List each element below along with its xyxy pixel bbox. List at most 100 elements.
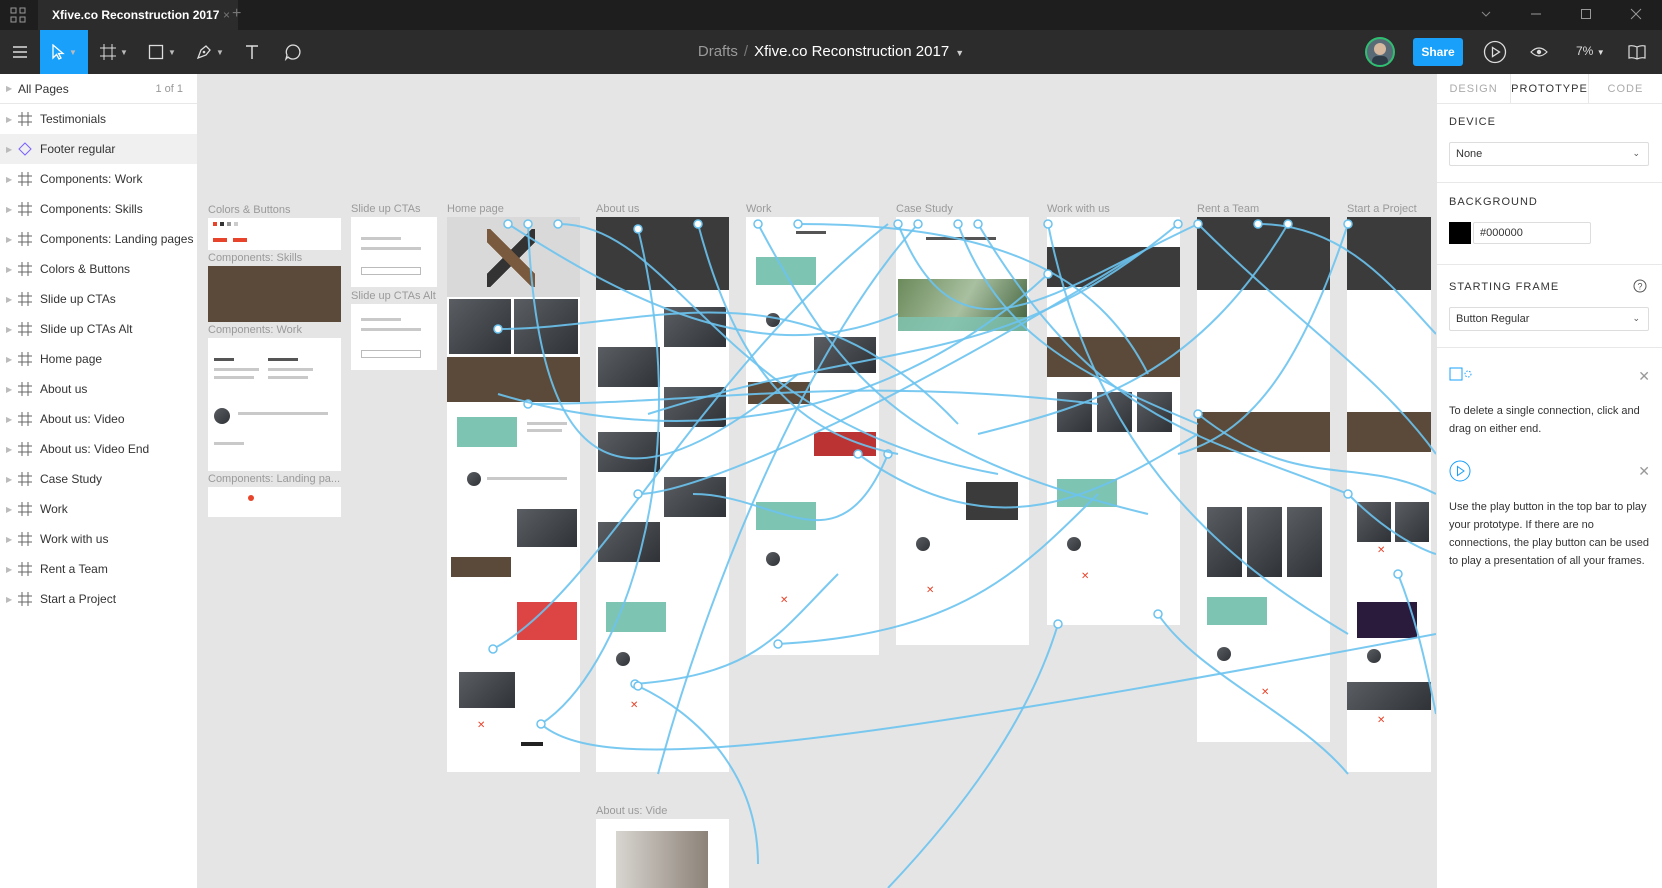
connection-handle[interactable] bbox=[1343, 489, 1353, 499]
present-button[interactable] bbox=[1480, 30, 1510, 74]
close-hint-icon[interactable]: ✕ bbox=[1638, 368, 1650, 385]
expand-triangle-icon[interactable]: ▶ bbox=[6, 385, 12, 394]
connection-handle[interactable] bbox=[536, 719, 546, 729]
expand-triangle-icon[interactable]: ▶ bbox=[6, 205, 12, 214]
comment-tool-button[interactable] bbox=[278, 30, 308, 74]
connection-handle[interactable] bbox=[1193, 219, 1203, 229]
connection-wire[interactable] bbox=[857, 433, 1199, 509]
layer-item[interactable]: ▶ Work with us bbox=[0, 524, 197, 554]
expand-triangle-icon[interactable]: ▶ bbox=[6, 355, 12, 364]
layer-item[interactable]: ▶ About us: Video bbox=[0, 404, 197, 434]
background-hex-input[interactable]: #000000 bbox=[1473, 222, 1591, 244]
connection-wire[interactable] bbox=[527, 389, 1099, 405]
new-tab-button[interactable]: + bbox=[232, 5, 241, 23]
connection-wire[interactable] bbox=[1157, 613, 1349, 775]
canvas[interactable]: Colors & Buttons Components: Skills Comp… bbox=[198, 74, 1436, 888]
connection-wire[interactable] bbox=[1347, 493, 1436, 555]
expand-triangle-icon[interactable]: ▶ bbox=[6, 115, 12, 124]
close-window-icon[interactable] bbox=[1630, 8, 1642, 20]
menu-button[interactable] bbox=[6, 30, 34, 74]
layer-item[interactable]: ▶ Case Study bbox=[0, 464, 197, 494]
minimize-icon[interactable] bbox=[1530, 8, 1542, 20]
layer-item[interactable]: ▶ About us bbox=[0, 374, 197, 404]
connection-handle[interactable] bbox=[633, 224, 643, 234]
connection-handle[interactable] bbox=[753, 219, 763, 229]
expand-triangle-icon[interactable]: ▶ bbox=[6, 325, 12, 334]
breadcrumb-drafts[interactable]: Drafts bbox=[698, 43, 738, 60]
pen-tool-button[interactable]: ▼ bbox=[192, 30, 228, 74]
layer-item[interactable]: ▶ Footer regular bbox=[0, 134, 197, 164]
connection-handle[interactable] bbox=[893, 219, 903, 229]
library-button[interactable] bbox=[1622, 30, 1652, 74]
view-button[interactable] bbox=[1524, 30, 1554, 74]
text-tool-button[interactable] bbox=[238, 30, 266, 74]
connection-handle[interactable] bbox=[1283, 219, 1293, 229]
connection-handle[interactable] bbox=[1253, 219, 1263, 229]
connection-handle[interactable] bbox=[1393, 569, 1403, 579]
connection-handle[interactable] bbox=[1343, 219, 1353, 229]
connection-handle[interactable] bbox=[633, 681, 643, 691]
connection-wire[interactable] bbox=[887, 623, 1059, 888]
connection-handle[interactable] bbox=[793, 219, 803, 229]
share-button[interactable]: Share bbox=[1413, 38, 1463, 66]
chevron-down-icon[interactable]: ▼ bbox=[955, 48, 964, 58]
help-icon[interactable]: ? bbox=[1633, 279, 1647, 293]
connection-handle[interactable] bbox=[503, 219, 513, 229]
move-tool-button[interactable]: ▼ bbox=[40, 30, 88, 74]
connection-wire[interactable] bbox=[634, 573, 839, 685]
tab-design[interactable]: DESIGN bbox=[1437, 74, 1510, 103]
app-grid-icon[interactable] bbox=[10, 7, 26, 23]
expand-triangle-icon[interactable]: ▶ bbox=[6, 535, 12, 544]
connection-handle[interactable] bbox=[1173, 219, 1183, 229]
file-tab[interactable]: Xfive.co Reconstruction 2017 × bbox=[38, 0, 238, 30]
layer-item[interactable]: ▶ Start a Project bbox=[0, 584, 197, 614]
starting-frame-select[interactable]: Button Regular ⌄ bbox=[1449, 307, 1649, 331]
maximize-icon[interactable] bbox=[1580, 8, 1592, 20]
layer-item[interactable]: ▶ Colors & Buttons bbox=[0, 254, 197, 284]
connection-wire[interactable] bbox=[1397, 573, 1436, 715]
connection-handle[interactable] bbox=[553, 219, 563, 229]
avatar[interactable] bbox=[1365, 37, 1395, 67]
connection-handle[interactable] bbox=[633, 489, 643, 499]
connection-handle[interactable] bbox=[693, 219, 703, 229]
layer-item[interactable]: ▶ Work bbox=[0, 494, 197, 524]
connection-wire[interactable] bbox=[657, 223, 919, 775]
layer-item[interactable]: ▶ Slide up CTAs Alt bbox=[0, 314, 197, 344]
layer-item[interactable]: ▶ Components: Landing pages bbox=[0, 224, 197, 254]
connection-wire[interactable] bbox=[777, 493, 1099, 645]
expand-triangle-icon[interactable]: ▶ bbox=[6, 145, 12, 154]
expand-triangle-icon[interactable]: ▶ bbox=[6, 295, 12, 304]
layer-item[interactable]: ▶ Components: Skills bbox=[0, 194, 197, 224]
expand-triangle-icon[interactable]: ▶ bbox=[6, 505, 12, 514]
connection-wire[interactable] bbox=[492, 223, 889, 650]
layer-item[interactable]: ▶ Slide up CTAs bbox=[0, 284, 197, 314]
pages-header[interactable]: ▶ All Pages 1 of 1 bbox=[0, 74, 197, 104]
expand-triangle-icon[interactable]: ▶ bbox=[6, 415, 12, 424]
connection-wire[interactable] bbox=[540, 228, 660, 725]
connection-handle[interactable] bbox=[1043, 219, 1053, 229]
connection-handle[interactable] bbox=[1153, 609, 1163, 619]
connection-wire[interactable] bbox=[497, 273, 1049, 422]
connection-wire[interactable] bbox=[1257, 223, 1436, 335]
connection-handle[interactable] bbox=[913, 219, 923, 229]
connection-handle[interactable] bbox=[853, 449, 863, 459]
connection-handle[interactable] bbox=[1193, 409, 1203, 419]
connection-handle[interactable] bbox=[1043, 269, 1053, 279]
expand-triangle-icon[interactable]: ▶ bbox=[6, 445, 12, 454]
connection-wire[interactable] bbox=[692, 453, 889, 522]
layer-item[interactable]: ▶ Rent a Team bbox=[0, 554, 197, 584]
connection-wire[interactable] bbox=[1197, 223, 1436, 455]
connection-handle[interactable] bbox=[973, 219, 983, 229]
close-hint-icon[interactable]: ✕ bbox=[1638, 463, 1650, 480]
layer-item[interactable]: ▶ About us: Video End bbox=[0, 434, 197, 464]
frame-tool-button[interactable]: ▼ bbox=[96, 30, 132, 74]
expand-triangle-icon[interactable]: ▶ bbox=[6, 475, 12, 484]
expand-triangle-icon[interactable]: ▶ bbox=[6, 565, 12, 574]
connection-wire[interactable] bbox=[757, 223, 1149, 515]
close-tab-icon[interactable]: × bbox=[223, 8, 230, 22]
prototype-connections[interactable] bbox=[198, 74, 1436, 888]
tab-code[interactable]: CODE bbox=[1589, 74, 1662, 103]
device-select[interactable]: None ⌄ bbox=[1449, 142, 1649, 166]
expand-triangle-icon[interactable]: ▶ bbox=[6, 175, 12, 184]
expand-triangle-icon[interactable]: ▶ bbox=[6, 595, 12, 604]
